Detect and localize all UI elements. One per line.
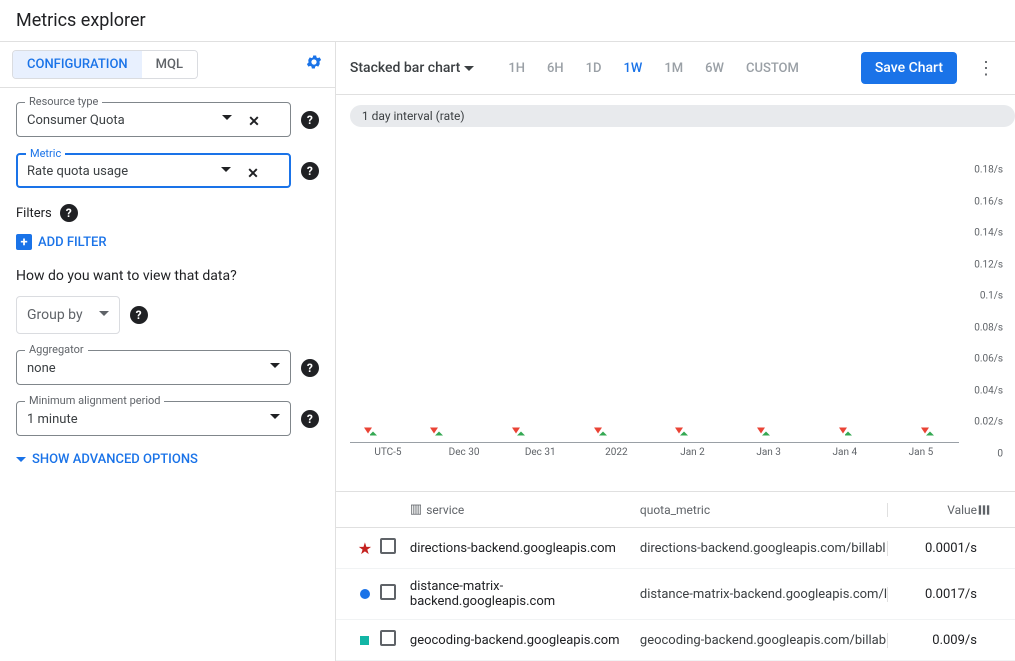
table-row[interactable]: ★ directions-backend.googleapis.comdirect… [336,528,1015,569]
cell-quota-metric: directions-backend.googleapis.com/billab… [640,541,887,556]
metric-select[interactable]: Metric Rate quota usage ✕ [16,153,291,188]
dot-icon [360,589,370,599]
x-tick: Dec 30 [449,447,480,458]
y-tick: 0.06/s [974,354,1003,365]
more-icon[interactable]: ⋮ [971,58,1001,79]
tab-mql[interactable]: MQL [142,51,197,78]
aggregator-select[interactable]: Aggregator none [16,350,291,385]
table-row[interactable]: distance-matrix-backend.googleapis.comdi… [336,569,1015,620]
row-checkbox[interactable] [380,630,396,646]
min-align-select[interactable]: Minimum alignment period 1 minute [16,401,291,436]
show-advanced-button[interactable]: SHOW ADVANCED OPTIONS [16,452,319,467]
filters-label: Filters [16,206,52,221]
chevron-down-icon [221,167,231,172]
chart-panel: Stacked bar chart 1H6H1D1W1M6WCUSTOM Sav… [336,42,1015,661]
save-chart-button[interactable]: Save Chart [861,52,957,84]
aggregator-value: none [27,361,56,376]
cell-value: 0.0017/s [887,587,977,602]
range-custom[interactable]: CUSTOM [736,57,809,80]
range-6h[interactable]: 6H [537,57,574,80]
group-by-placeholder: Group by [27,307,83,323]
chevron-down-icon [222,115,232,120]
cell-service: geocoding-backend.googleapis.com [410,633,640,648]
metric-label: Metric [26,147,65,160]
resource-type-value: Consumer Quota [27,113,125,128]
range-6w[interactable]: 6W [695,57,734,80]
resource-type-label: Resource type [25,95,102,108]
add-filter-button[interactable]: + ADD FILTER [16,234,319,250]
y-tick: 0 [997,449,1003,460]
chevron-down-icon [270,363,280,368]
cell-service: distance-matrix-backend.googleapis.com [410,579,640,609]
th-value[interactable]: Value [887,503,977,517]
y-tick: 0.18/s [974,165,1003,176]
y-tick: 0.14/s [974,228,1003,239]
range-1h[interactable]: 1H [498,57,535,80]
help-icon[interactable]: ? [301,410,319,428]
table-row[interactable]: geocoding-backend.googleapis.comgeocodin… [336,620,1015,661]
view-question: How do you want to view that data? [16,268,319,284]
resource-type-select[interactable]: Resource type Consumer Quota ✕ [16,102,291,137]
chart-area: 0 0.02/s 0.04/s 0.06/s 0.08/s 0.1/s 0.12/s 0.14… [336,131,1015,491]
min-align-label: Minimum alignment period [25,394,164,407]
cell-service: directions-backend.googleapis.com [410,541,640,556]
help-icon[interactable]: ? [301,162,319,180]
chevron-down-icon [99,311,109,316]
chevron-down-icon [270,414,280,419]
min-align-value: 1 minute [27,412,78,427]
row-checkbox[interactable] [380,538,396,554]
plus-icon: + [16,234,32,250]
show-advanced-label: SHOW ADVANCED OPTIONS [32,452,198,467]
time-range-picker: 1H6H1D1W1M6WCUSTOM [498,57,809,80]
x-tick: Jan 3 [756,447,781,458]
config-tabs: CONFIGURATION MQL [12,50,198,79]
x-tick: Dec 31 [525,447,556,458]
th-quota-metric[interactable]: quota_metric [640,503,887,517]
add-filter-label: ADD FILTER [38,235,107,250]
cell-quota-metric: geocoding-backend.googleapis.com/billab [640,633,887,648]
help-icon[interactable]: ? [130,306,148,324]
columns-icon: ▥ [410,502,422,517]
y-tick: 0.12/s [974,259,1003,270]
page-title: Metrics explorer [0,0,1015,42]
range-1m[interactable]: 1M [654,57,693,80]
square-icon [360,636,369,645]
clear-metric-icon[interactable]: ✕ [247,166,259,182]
help-icon[interactable]: ? [301,111,319,129]
metric-value: Rate quota usage [27,164,128,179]
tab-configuration[interactable]: CONFIGURATION [13,51,142,78]
y-tick: 0.1/s [980,291,1003,302]
aggregator-label: Aggregator [25,343,88,356]
x-tick: 2022 [605,447,627,458]
clear-resource-icon[interactable]: ✕ [248,114,260,130]
row-checkbox[interactable] [380,584,396,600]
cell-quota-metric: distance-matrix-backend.googleapis.com/l [640,587,887,602]
cell-value: 0.009/s [887,633,977,648]
group-by-select[interactable]: Group by [16,296,120,334]
column-settings-icon[interactable] [977,503,1001,517]
star-icon: ★ [358,539,372,558]
config-panel: CONFIGURATION MQL Resource type Consumer… [0,42,336,661]
chevron-down-icon [16,457,26,462]
chart-type-select[interactable]: Stacked bar chart [350,60,474,76]
range-1w[interactable]: 1W [614,57,653,80]
x-tick: UTC-5 [374,447,401,458]
y-tick: 0.04/s [974,385,1003,396]
chart-type-label: Stacked bar chart [350,60,460,76]
y-tick: 0.08/s [974,322,1003,333]
x-tick: Jan 4 [832,447,857,458]
th-service[interactable]: service [426,503,464,517]
help-icon[interactable]: ? [301,359,319,377]
chevron-down-icon [464,66,474,71]
y-tick: 0.16/s [974,196,1003,207]
range-1d[interactable]: 1D [576,57,612,80]
cell-value: 0.0001/s [887,541,977,556]
y-tick: 0.02/s [974,417,1003,428]
legend-table: ▥ service quota_metric Value ★ directions-… [336,491,1015,661]
x-tick: Jan 5 [909,447,934,458]
gear-icon[interactable] [305,53,323,76]
help-icon[interactable]: ? [60,204,78,222]
interval-chip: 1 day interval (rate) [350,105,1015,127]
x-tick: Jan 2 [680,447,705,458]
